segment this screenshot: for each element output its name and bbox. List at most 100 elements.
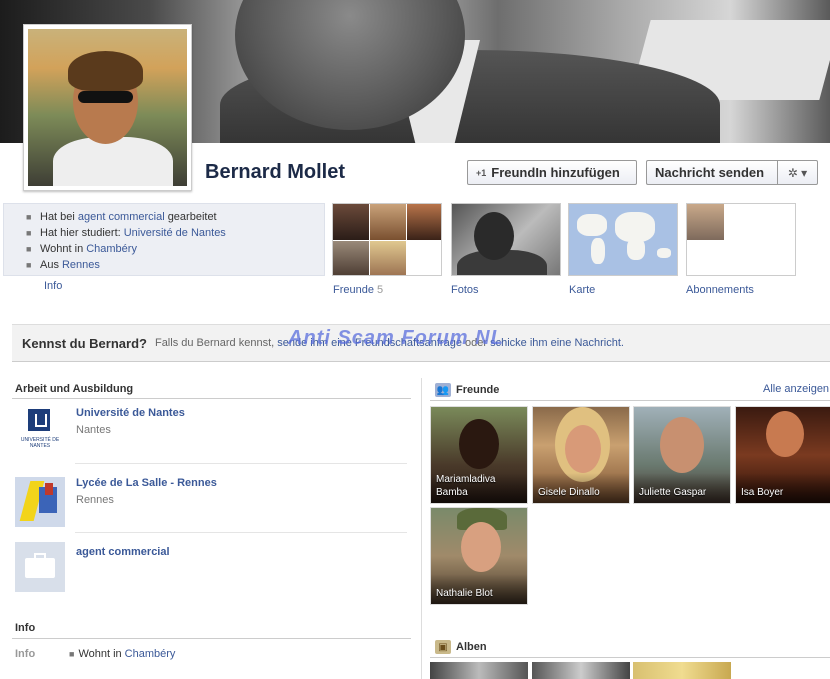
friend-photo-head [461, 522, 501, 572]
know-text-before: Falls du Bernard kennst, [154, 337, 275, 349]
friends-section-title: Freunde [456, 384, 500, 396]
add-friend-label: FreundIn hinzufügen [491, 165, 620, 180]
map-land [577, 214, 607, 236]
work-item-location: Nantes [76, 424, 111, 436]
work-item-name[interactable]: Université de Nantes [76, 407, 185, 419]
album-thumbnail[interactable] [430, 662, 528, 679]
subscriptions-tile[interactable] [686, 203, 796, 276]
item-divider [75, 463, 407, 464]
know-question: Kennst du Bernard? [22, 335, 147, 351]
friends-tile-thumb [407, 204, 441, 240]
info-row-lives: ■ Wohnt in Chambéry [69, 648, 175, 660]
send-message-label: Nachricht senden [655, 165, 765, 180]
friend-card[interactable]: Mariamladiva Bamba [430, 406, 528, 504]
intro-item-from: ■ Aus Rennes [26, 257, 324, 273]
intro-item-work: ■ Hat bei agent commercial gearbeitet [26, 209, 324, 225]
work-item-university[interactable]: UNIVERSITÉ DE NANTES Université de Nante… [15, 407, 411, 477]
friends-tile-thumb [333, 204, 369, 240]
profile-picture-image [28, 29, 187, 186]
profile-picture-shirt [53, 137, 173, 186]
map-land [591, 238, 605, 264]
see-all-friends-link[interactable]: Alle anzeigen [763, 383, 829, 395]
album-thumbnail[interactable] [633, 662, 731, 679]
intro-item-lives: ■ Wohnt in Chambéry [26, 241, 324, 257]
albums-section-header: ▣ Alben [435, 640, 487, 654]
friends-tile-label[interactable]: Freunde 5 [333, 284, 383, 296]
profile-picture-sunglasses [78, 91, 133, 103]
column-divider [421, 378, 422, 679]
gear-icon: ✲ ▾ [787, 165, 808, 180]
school-logo-red [45, 483, 53, 495]
intro-prefix: Aus [40, 259, 59, 271]
add-friend-icon: +1 [476, 167, 487, 178]
friend-photo-face [565, 425, 601, 473]
intro-item-school: ■ Hat hier studiert: Université de Nantes [26, 225, 324, 241]
watermark: Anti Scam Forum NL [288, 327, 504, 349]
work-item-name[interactable]: Lycée de La Salle - Rennes [76, 477, 217, 489]
intro-link-school[interactable]: Université de Nantes [124, 227, 226, 239]
section-divider [430, 657, 830, 658]
friend-name[interactable]: Juliette Gaspar [639, 486, 706, 499]
map-land [657, 248, 671, 258]
friend-name[interactable]: Nathalie Blot [436, 587, 493, 600]
item-divider [75, 532, 407, 533]
friend-photo-head [459, 419, 499, 469]
friend-name[interactable]: Mariamladiva Bamba [436, 473, 516, 499]
photos-tile-label[interactable]: Fotos [451, 284, 479, 296]
intro-item-text: Wohnt in Chambéry [40, 243, 137, 255]
briefcase-icon [15, 542, 65, 592]
school-logo [15, 477, 65, 527]
map-land [627, 238, 645, 260]
friend-card[interactable]: Isa Boyer [735, 406, 830, 504]
profile-picture-hair [68, 51, 143, 91]
friends-tile-thumb [333, 241, 369, 275]
work-item-name[interactable]: agent commercial [76, 546, 170, 558]
intro-link-work[interactable]: agent commercial [78, 211, 165, 223]
album-thumbnail[interactable] [532, 662, 630, 679]
intro-prefix: Hat bei [40, 211, 75, 223]
photos-tile[interactable] [451, 203, 561, 276]
work-item-employer[interactable]: agent commercial [15, 542, 411, 612]
work-item-location: Rennes [76, 494, 114, 506]
intro-link-lives[interactable]: Chambéry [86, 243, 137, 255]
section-divider [12, 398, 411, 399]
send-message-button[interactable]: Nachricht senden [646, 160, 778, 185]
intro-item-text: Hat hier studiert: Université de Nantes [40, 227, 226, 239]
subscriptions-tile-label[interactable]: Abonnements [686, 284, 754, 296]
albums-section-title: Alben [456, 641, 487, 653]
work-education-title: Arbeit und Ausbildung [15, 383, 134, 395]
album-icon: ▣ [435, 640, 451, 654]
university-logo-mark [28, 409, 50, 431]
friend-card[interactable]: Nathalie Blot [430, 507, 528, 605]
friends-tile-text: Freunde [333, 284, 374, 296]
info-row-label: Info [15, 648, 36, 660]
intro-prefix: Wohnt in [40, 243, 84, 255]
send-message-link[interactable]: schicke ihm eine Nachricht. [490, 337, 624, 349]
info-lives-link[interactable]: Chambéry [125, 648, 176, 660]
intro-item-text: Hat bei agent commercial gearbeitet [40, 211, 217, 223]
house-icon: ■ [69, 649, 75, 659]
map-tile-label[interactable]: Karte [569, 284, 595, 296]
intro-prefix: Hat hier studiert: [40, 227, 121, 239]
work-item-school[interactable]: Lycée de La Salle - Rennes Rennes [15, 477, 411, 547]
profile-picture[interactable] [23, 24, 192, 191]
info-link[interactable]: Info [44, 280, 62, 292]
intro-item-text: Aus Rennes [40, 259, 100, 271]
add-friend-button[interactable]: +1 FreundIn hinzufügen [467, 160, 637, 185]
intro-link-from[interactable]: Rennes [62, 259, 100, 271]
friend-photo-head [660, 417, 704, 473]
university-logo-caption: UNIVERSITÉ DE NANTES [20, 437, 60, 449]
friend-name[interactable]: Isa Boyer [741, 486, 783, 499]
friends-section-header: 👥 Freunde [435, 383, 499, 397]
friend-card[interactable]: Gisele Dinallo [532, 406, 630, 504]
options-dropdown-button[interactable]: ✲ ▾ [777, 160, 818, 185]
friends-tile[interactable] [332, 203, 442, 276]
briefcase-body [25, 558, 55, 578]
friend-card[interactable]: Juliette Gaspar [633, 406, 731, 504]
profile-name[interactable]: Bernard Mollet [205, 161, 345, 184]
intro-suffix: gearbeitet [167, 211, 217, 223]
map-tile[interactable] [568, 203, 678, 276]
school-icon: ■ [26, 228, 32, 238]
friend-name[interactable]: Gisele Dinallo [538, 486, 600, 499]
info-section-title: Info [15, 622, 36, 634]
